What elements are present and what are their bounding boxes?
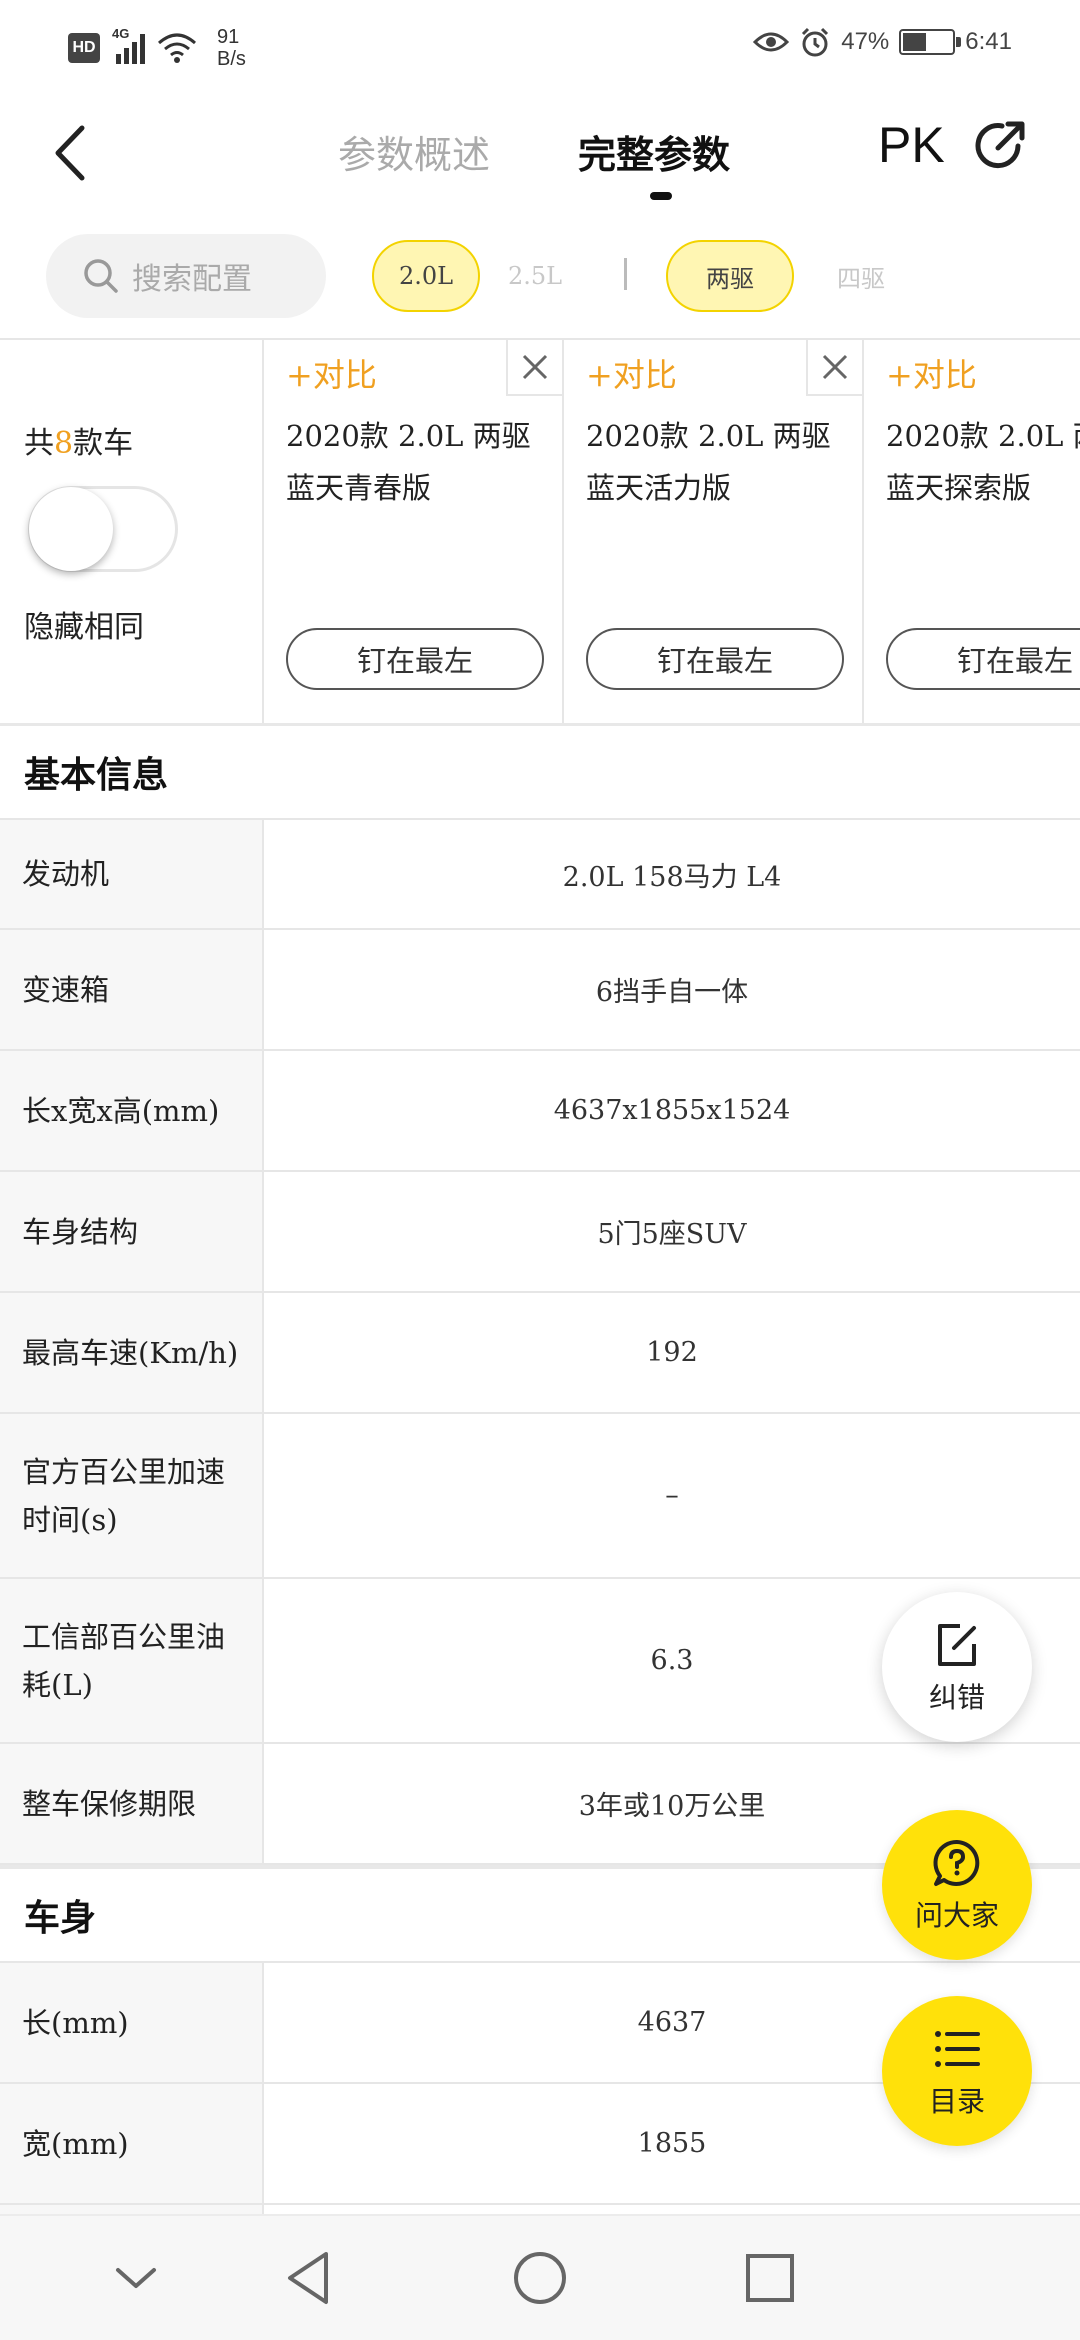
toggle-knob [29,487,113,571]
battery-percent: 47% [841,28,890,55]
row-label: 发动机 [0,820,264,928]
tab-full-params[interactable]: 完整参数 [578,124,730,179]
chevron-down-icon[interactable] [104,2246,168,2310]
table-row: 最高车速(Km/h) 192 [0,1293,1080,1414]
clock: 6:41 [965,28,1012,55]
car-column: +对比 2020款 2.0L 两驱蓝天探索版 钉在最左 [864,340,1080,723]
edit-icon [938,1624,976,1666]
catalog-label: 目录 [928,2086,985,2117]
pin-left-button[interactable]: 钉在最左 [886,628,1080,690]
row-label: 长x宽x高(mm) [0,1051,264,1170]
signal-icon: 4G [112,26,145,64]
close-icon[interactable] [806,340,862,396]
car-column: +对比 2020款 2.0L 两驱蓝天活力版 钉在最左 [564,340,864,723]
chip-2-0l[interactable]: 2.0L [372,240,480,312]
search-input[interactable]: 搜索配置 [46,234,326,318]
tab-active-indicator [650,192,672,200]
list-icon [935,2031,980,2067]
hide-same-toggle[interactable] [28,486,178,572]
row-label: 整车保修期限 [0,1744,264,1863]
network-speed-unit: B/s [217,48,246,70]
correct-error-button[interactable]: 纠错 [882,1592,1032,1742]
car-count-column: 共8款车 隐藏相同 [0,340,264,723]
chip-separator [624,258,627,290]
table-row: 变速箱 6挡手自一体 [0,930,1080,1051]
tab-overview[interactable]: 参数概述 [338,124,490,179]
row-label: 工信部百公里油耗(L) [0,1579,264,1742]
chip-4wd[interactable]: 四驱 [806,240,916,312]
chip-2wd[interactable]: 两驱 [666,240,794,312]
nav-recent-apps-icon[interactable] [738,2246,802,2310]
eye-icon [753,32,790,52]
alarm-icon [802,27,829,57]
battery-fill [903,33,926,51]
catalog-button[interactable]: 目录 [882,1996,1032,2146]
car-column: +对比 2020款 2.0L 两驱蓝天青春版 钉在最左 [264,340,564,723]
ask-everyone-label: 问大家 [914,1900,999,1931]
share-icon[interactable] [972,116,1030,174]
row-value: 192 [646,1337,698,1368]
chip-2-5l[interactable]: 2.5L [490,240,580,312]
row-value: 4637x1855x1524 [553,1095,791,1126]
pin-left-button[interactable]: 钉在最左 [286,628,544,690]
car-name: 2020款 2.0L 两驱蓝天青春版 [286,419,531,505]
status-right: 47% 6:41 [753,26,1012,58]
pk-button[interactable]: PK [878,116,945,174]
car-name: 2020款 2.0L 两驱蓝天探索版 [886,419,1080,505]
car-count-suffix: 款车 [73,426,134,461]
car-count-number: 8 [54,426,74,461]
back-arrow-icon[interactable] [44,118,100,188]
search-icon [84,259,118,293]
hd-badge: HD [68,33,100,63]
status-bar: HD 4G 91 B/s 47% 6:41 [0,0,1080,92]
add-compare-button[interactable]: +对比 [286,350,377,396]
row-label: 官方百公里加速时间(s) [0,1414,264,1577]
row-value: – [665,1480,679,1511]
filter-bar: 搜索配置 2.0L 2.5L 两驱 四驱 [0,222,1080,340]
row-value: 2.0L 158马力 L4 [562,861,782,893]
wifi-icon [158,33,196,63]
table-row: 官方百公里加速时间(s) – [0,1414,1080,1579]
table-row: 发动机 2.0L 158马力 L4 [0,820,1080,930]
row-value: 5门5座SUV [597,1219,747,1250]
correct-error-label: 纠错 [928,1682,985,1713]
search-placeholder: 搜索配置 [132,262,252,297]
add-compare-button[interactable]: +对比 [886,350,977,396]
question-bubble-icon [933,1839,980,1886]
row-label: 变速箱 [0,930,264,1049]
section-title: 基本信息 [0,726,1080,820]
battery-icon [899,29,962,55]
close-icon[interactable] [506,340,562,396]
row-label: 车身结构 [0,1172,264,1291]
network-speed-value: 91 [217,26,240,48]
row-label: 长(mm) [0,1963,264,2082]
header: 参数概述 完整参数 PK [0,92,1080,222]
ask-everyone-button[interactable]: 问大家 [882,1810,1032,1960]
row-value: 6挡手自一体 [595,977,749,1008]
nav-home-icon[interactable] [508,2246,572,2310]
pin-left-button[interactable]: 钉在最左 [586,628,844,690]
table-row: 长x宽x高(mm) 4637x1855x1524 [0,1051,1080,1172]
row-label: 最高车速(Km/h) [0,1293,264,1412]
network-type: 4G [112,26,130,41]
car-count: 共8款车 [24,418,133,462]
status-left: HD 4G 91 B/s [68,26,246,70]
system-nav-bar [0,2214,1080,2340]
car-compare-header: 共8款车 隐藏相同 +对比 2020款 2.0L 两驱蓝天青春版 钉在最左 +对… [0,340,1080,726]
network-speed: 91 B/s [217,26,246,70]
car-name: 2020款 2.0L 两驱蓝天活力版 [586,419,831,505]
nav-back-icon[interactable] [278,2246,342,2310]
hide-same-label: 隐藏相同 [24,610,144,645]
car-count-prefix: 共 [24,426,54,461]
row-label: 宽(mm) [0,2084,264,2203]
table-row: 车身结构 5门5座SUV [0,1172,1080,1293]
add-compare-button[interactable]: +对比 [586,350,677,396]
